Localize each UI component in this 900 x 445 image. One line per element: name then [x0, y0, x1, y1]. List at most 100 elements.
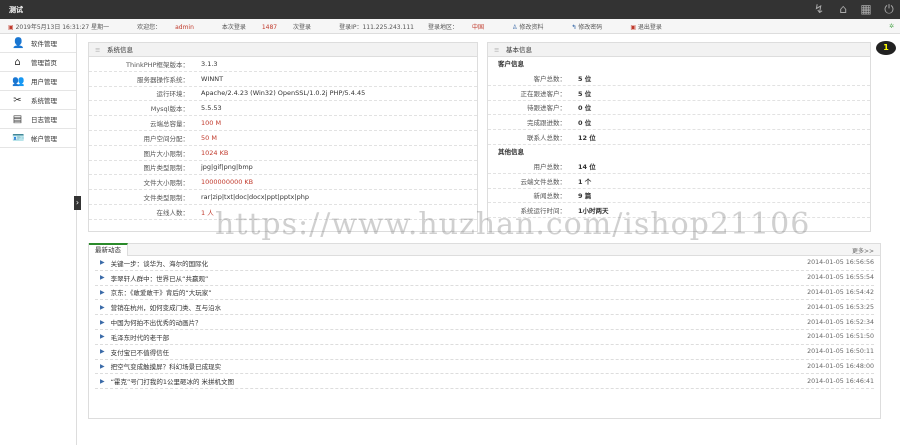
notification-badge[interactable]: 1 — [876, 41, 896, 55]
info-value: Apache/2.4.23 (Win32) OpenSSL/1.0.2j PHP… — [201, 89, 366, 98]
arrow-right-icon: ▶ — [100, 288, 105, 296]
news-title: 关键一步：谈华为、海尔的国际化 — [110, 259, 209, 268]
change-password-link[interactable]: ↰ 修改密码 — [571, 22, 616, 31]
info-key: 文件类型限制： — [143, 194, 190, 203]
info-key: 图片大小限制： — [143, 149, 190, 158]
info-value: 5.5.53 — [201, 104, 222, 113]
info-row: 图片类型限制： jpg|gif|png|bmp — [89, 161, 477, 176]
sidebar-item-label: 系统管理 — [31, 97, 57, 105]
news-date: 2014-01-05 16:56:56 — [807, 259, 874, 267]
logout-label: 退出登录 — [637, 23, 662, 31]
login-info: 本次登录 1487 次登录 — [222, 22, 325, 31]
edit-profile-link[interactable]: ♙ 修改资料 — [512, 22, 557, 31]
info-bar: ▣ 2019年5月13日 16:31:27 星期一 欢迎您： admin 本次登录… — [0, 19, 900, 34]
info-row: 用户总数： 14 位 — [488, 159, 870, 174]
sidebar-toggle-chevron-icon[interactable]: › — [74, 196, 81, 210]
user-label: 欢迎您： — [137, 23, 162, 31]
info-key: ThinkPHP框架版本： — [125, 60, 189, 69]
users-icon: 👥 — [12, 75, 25, 87]
news-title: 把空气变成触摸屏？科幻场景已成现实 — [110, 363, 222, 372]
datetime: ▣ 2019年5月13日 16:31:27 星期一 — [8, 22, 123, 31]
news-item[interactable]: ▶ 京东：《敢爱敢干》背后的“大玩家” 2014-01-05 16:54:42 — [95, 286, 874, 301]
arrow-right-icon: ▶ — [100, 274, 105, 282]
news-item[interactable]: ▶ 中国为何拍不出优秀的动画片？ 2014-01-05 16:52:34 — [95, 315, 874, 330]
info-value: 1024 KB — [201, 148, 229, 157]
info-value: 1 人 — [201, 208, 214, 217]
info-value: 5 位 — [578, 74, 592, 83]
news-date: 2014-01-05 16:50:11 — [807, 348, 874, 356]
info-value: rar|zip|txt|doc|docx|ppt|pptx|php — [201, 193, 309, 202]
arrow-right-icon: ▶ — [100, 348, 105, 356]
area-label: 登录地区： — [427, 23, 458, 31]
area-info: 登录地区： 中国 — [428, 22, 498, 31]
arrow-right-icon: ▶ — [100, 303, 105, 311]
info-row: 系统运行时间： 1小时两天 — [488, 203, 870, 219]
more-link[interactable]: 更多>> — [852, 246, 874, 255]
news-item[interactable]: ▶ “霍克”号门打我的1公里砸冰的 米拼机文图 2014-01-05 16:46:4… — [95, 374, 874, 390]
news-date: 2014-01-05 16:54:42 — [807, 288, 874, 296]
news-item[interactable]: ▶ 关键一步：谈华为、海尔的国际化 2014-01-05 16:56:56 — [95, 256, 874, 271]
info-value: 50 M — [201, 133, 217, 142]
tab-latest-news[interactable]: 最新动态 — [89, 243, 128, 256]
info-key: 正在跟进客户： — [520, 89, 567, 98]
refresh-icon[interactable]: ↯ — [812, 2, 826, 16]
news-item[interactable]: ▶ 毛泽东时代的老干部 2014-01-05 16:51:50 — [95, 330, 874, 345]
datetime-text: 2019年5月13日 16:31:27 星期一 — [15, 23, 110, 31]
sidebar-item[interactable]: 🪪 帐户管理 — [0, 129, 76, 148]
news-item[interactable]: ▶ 李翠轩人群中：世界已从“共赢观” 2014-01-05 16:55:54 — [95, 271, 874, 286]
info-value: 0 位 — [578, 104, 592, 113]
settings-icon[interactable]: ✲ — [889, 23, 894, 30]
sidebar-item[interactable]: ✂ 系统管理 — [0, 91, 76, 110]
news-item[interactable]: ▶ 营销在杭州，如何变成门类、互与沿水 2014-01-05 16:53:25 — [95, 300, 874, 316]
info-row: 服务器操作系统： WINNT — [89, 72, 477, 87]
power-icon[interactable]: ⏻ — [882, 2, 896, 16]
account-icon: 🪪 — [12, 132, 25, 144]
sidebar-item-label: 管理首页 — [31, 59, 57, 67]
info-key: 用户空间分配： — [143, 134, 190, 143]
home-icon[interactable]: ⌂ — [836, 2, 850, 16]
section-title: 客户信息 — [498, 60, 524, 68]
info-key: 云端文件总数： — [520, 177, 567, 186]
info-key: 联系人总数： — [527, 134, 566, 143]
info-key: 服务器操作系统： — [137, 75, 189, 84]
change-password-label: 修改密码 — [578, 23, 603, 31]
login-ip: 登录IP：111.225.243.111 — [339, 23, 414, 31]
calendar-icon: ▣ — [8, 23, 14, 31]
arrow-right-icon: ▶ — [100, 259, 105, 267]
user-card-icon: 👤 — [12, 37, 25, 49]
info-row: ThinkPHP框架版本： 3.1.3 — [89, 57, 477, 72]
sidebar-item[interactable]: 👥 用户管理 — [0, 72, 76, 91]
grid-icon[interactable]: ▦ — [859, 2, 873, 16]
info-row: 用户空间分配： 50 M — [89, 131, 477, 146]
news-title: 毛泽东时代的老干部 — [110, 333, 170, 342]
news-panel: 最新动态 更多>> ▶ 关键一步：谈华为、海尔的国际化 2014-01-05 16:5… — [88, 243, 881, 419]
info-key: 待跟进客户： — [527, 104, 566, 113]
news-title: 支付宝已不值得信任 — [110, 348, 170, 357]
sidebar-item[interactable]: ▤ 日志管理 — [0, 110, 76, 129]
news-date: 2014-01-05 16:52:34 — [807, 318, 874, 326]
info-row: 待跟进客户： 0 位 — [488, 101, 870, 116]
info-row: 正在跟进客户： 5 位 — [488, 86, 870, 101]
info-value: 9 篇 — [578, 192, 592, 201]
news-date: 2014-01-05 16:51:50 — [807, 333, 874, 341]
news-date: 2014-01-05 16:46:41 — [807, 377, 874, 385]
news-title: 京东：《敢爱敢干》背后的“大玩家” — [110, 289, 212, 298]
news-item[interactable]: ▶ 支付宝已不值得信任 2014-01-05 16:50:11 — [95, 345, 874, 360]
edit-profile-label: 修改资料 — [519, 23, 544, 31]
top-header: 测试 ↯ ⌂ ▦ ⏻ — [0, 0, 900, 19]
news-item[interactable]: ▶ 把空气变成触摸屏？科幻场景已成现实 2014-01-05 16:48:00 — [95, 360, 874, 375]
info-value: 100 M — [201, 119, 222, 128]
logout-link[interactable]: ▣ 退出登录 — [630, 22, 676, 31]
area: 中国 — [472, 23, 485, 31]
sidebar-item[interactable]: 👤 软件管理 — [0, 34, 76, 53]
login-suffix: 次登录 — [293, 23, 312, 31]
sidebar-item-label: 帐户管理 — [31, 135, 57, 143]
sidebar-item[interactable]: ⌂ 管理首页 — [0, 53, 76, 72]
info-row: 文件大小限制： 1000000000 KB — [89, 175, 477, 191]
news-title: 李翠轩人群中：世界已从“共赢观” — [110, 274, 209, 283]
info-value: 1000000000 KB — [201, 178, 254, 187]
arrow-right-icon: ▶ — [100, 362, 105, 370]
info-value: WINNT — [201, 74, 224, 83]
info-row: 联系人总数： 12 位 — [488, 130, 870, 145]
info-row: 运行环境： Apache/2.4.23 (Win32) OpenSSL/1.0.2… — [89, 87, 477, 102]
